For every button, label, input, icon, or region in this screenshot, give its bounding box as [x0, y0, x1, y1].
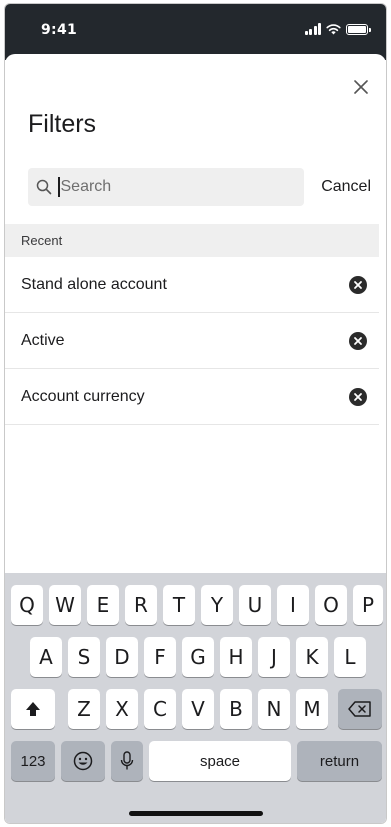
key-f[interactable]: F [144, 637, 176, 677]
search-field[interactable] [28, 168, 304, 206]
key-s[interactable]: S [68, 637, 100, 677]
status-bar: 9:41 [5, 4, 386, 60]
home-indicator [129, 811, 263, 816]
microphone-icon [120, 751, 134, 770]
recent-list: Stand alone account Active Account curre… [5, 257, 379, 425]
page-title: Filters [28, 110, 97, 138]
key-y[interactable]: Y [201, 585, 233, 625]
search-icon [36, 179, 52, 195]
key-c[interactable]: C [144, 689, 176, 729]
status-icons [304, 23, 371, 35]
key-o[interactable]: O [315, 585, 347, 625]
phone-frame: 9:41 Filters Search Cancel Recent Stand … [4, 3, 387, 824]
battery-icon [346, 23, 371, 35]
cancel-button[interactable]: Cancel [321, 178, 371, 196]
clear-circle-icon[interactable] [349, 388, 367, 406]
key-l[interactable]: L [334, 637, 366, 677]
on-screen-keyboard: Q W E R T Y U I O P A S D F G H J K L Z … [5, 573, 386, 823]
recent-item-label: Active [21, 331, 65, 349]
backspace-icon [348, 701, 371, 717]
shift-key[interactable] [11, 689, 55, 729]
key-x[interactable]: X [106, 689, 138, 729]
cellular-signal-icon [304, 23, 321, 35]
status-time: 9:41 [41, 22, 78, 38]
backspace-key[interactable] [338, 689, 382, 729]
key-m[interactable]: M [296, 689, 328, 729]
wifi-icon [326, 24, 341, 35]
close-icon [354, 80, 368, 94]
key-a[interactable]: A [30, 637, 62, 677]
key-r[interactable]: R [125, 585, 157, 625]
dictation-key[interactable] [111, 741, 143, 781]
recent-item[interactable]: Stand alone account [5, 257, 379, 313]
key-e[interactable]: E [87, 585, 119, 625]
text-caret [58, 177, 60, 197]
close-button[interactable] [350, 76, 372, 98]
key-k[interactable]: K [296, 637, 328, 677]
key-v[interactable]: V [182, 689, 214, 729]
key-j[interactable]: J [258, 637, 290, 677]
numbers-key[interactable]: 123 [11, 741, 55, 781]
key-g[interactable]: G [182, 637, 214, 677]
key-z[interactable]: Z [68, 689, 100, 729]
key-i[interactable]: I [277, 585, 309, 625]
key-d[interactable]: D [106, 637, 138, 677]
key-w[interactable]: W [49, 585, 81, 625]
emoji-key[interactable] [61, 741, 105, 781]
emoji-icon [73, 751, 93, 771]
key-q[interactable]: Q [11, 585, 43, 625]
key-b[interactable]: B [220, 689, 252, 729]
recent-item[interactable]: Active [5, 313, 379, 369]
recent-section-header: Recent [5, 224, 379, 257]
key-p[interactable]: P [353, 585, 383, 625]
recent-item-label: Stand alone account [21, 275, 167, 293]
clear-circle-icon[interactable] [349, 332, 367, 350]
space-key[interactable]: space [149, 741, 291, 781]
shift-icon [26, 702, 40, 716]
key-u[interactable]: U [239, 585, 271, 625]
search-input[interactable] [60, 172, 281, 202]
recent-item-label: Account currency [21, 387, 145, 405]
recent-item[interactable]: Account currency [5, 369, 379, 425]
key-t[interactable]: T [163, 585, 195, 625]
clear-circle-icon[interactable] [349, 276, 367, 294]
key-h[interactable]: H [220, 637, 252, 677]
return-key[interactable]: return [297, 741, 382, 781]
key-n[interactable]: N [258, 689, 290, 729]
